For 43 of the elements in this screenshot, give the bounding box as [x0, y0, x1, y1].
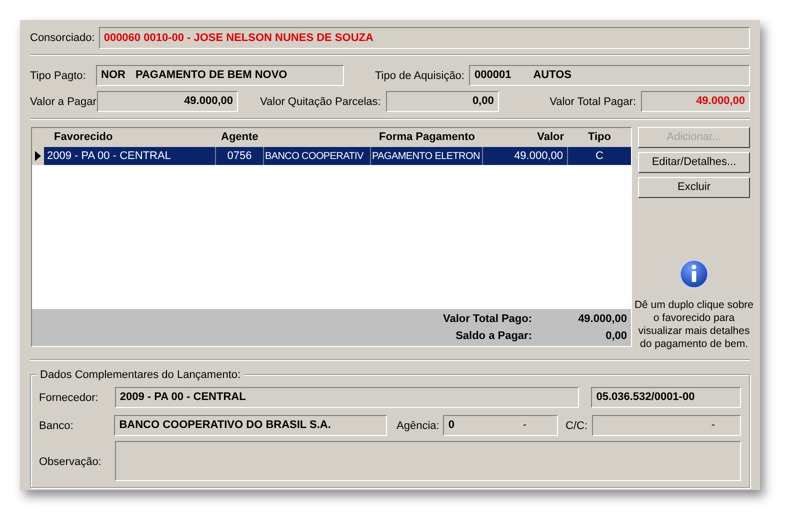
- valor-quitacao-field[interactable]: 0,00: [386, 90, 499, 112]
- field-label: C/C:: [566, 420, 588, 432]
- valor-a-pagar-field[interactable]: 49.000,00: [97, 90, 238, 112]
- table-cell: 49.000,00: [483, 147, 568, 165]
- hint-text: Dê um duplo clique sobre o favorecido para visualizar mais detalhes do pagamento de bem.: [634, 299, 754, 351]
- table-cell: 0756: [216, 147, 264, 165]
- total-value: 0,00: [604, 328, 628, 344]
- field-label: Tipo Pagto:: [30, 70, 86, 82]
- table-row[interactable]: 2009 - PA 00 - CENTRAL 0756 BANCO COOPERATIV PAGAMENTO ELETRON 49.000,00 C: [32, 147, 631, 165]
- action-button[interactable]: Excluir: [638, 177, 750, 198]
- group-title: Dados Complementares do Lançamento:: [37, 367, 244, 384]
- field-label: Consorciado:: [30, 30, 95, 46]
- field-label: Tipo de Aquisição:: [375, 70, 464, 82]
- table-cell: BANCO COOPERATIV: [264, 147, 371, 165]
- column-header: Tipo: [586, 130, 612, 146]
- field-label: Valor Quitação Parcelas:: [260, 96, 381, 108]
- fornecedor-field[interactable]: 2009 - PA 00 - CENTRAL: [114, 386, 580, 408]
- table-cell-text: C: [594, 148, 604, 164]
- banco-field[interactable]: BANCO COOPERATIVO DO BRASIL S.A.: [114, 414, 386, 436]
- field-label: Observação:: [39, 456, 102, 468]
- field-label: Banco:: [39, 420, 74, 432]
- column-header: Agente: [220, 130, 260, 146]
- tipo-pagto-field[interactable]: NOR PAGAMENTO DE BEM NOVO: [96, 64, 344, 86]
- info-icon: [679, 259, 709, 289]
- tipo-aquisicao-field[interactable]: 000001 AUTOS: [469, 64, 750, 86]
- column-header: Favorecido: [53, 130, 114, 146]
- table-cell: PAGAMENTO ELETRON: [371, 147, 483, 165]
- column-header: Valor: [536, 130, 565, 146]
- field-label: Valor Total Pagar:: [550, 96, 636, 108]
- conta-field[interactable]: -: [592, 414, 741, 436]
- field-label: Agência:: [396, 420, 440, 432]
- total-label: Saldo a Pagar:: [454, 328, 532, 344]
- field-label: Fornecedor:: [39, 392, 98, 404]
- row-pointer-icon: [35, 151, 41, 161]
- agencia-field[interactable]: 0 -: [443, 414, 558, 436]
- column-header: Forma Pagamento: [378, 130, 476, 146]
- total-value: 49.000,00: [577, 312, 628, 327]
- action-button[interactable]: Editar/Detalhes...: [638, 152, 750, 173]
- observacao-field[interactable]: [115, 441, 741, 481]
- total-label: Valor Total Pago:: [442, 312, 532, 327]
- field-label: Valor a Pagar:: [30, 96, 100, 108]
- document-field[interactable]: 05.036.532/0001-00: [591, 386, 742, 408]
- table-cell: 2009 - PA 00 - CENTRAL: [44, 147, 216, 165]
